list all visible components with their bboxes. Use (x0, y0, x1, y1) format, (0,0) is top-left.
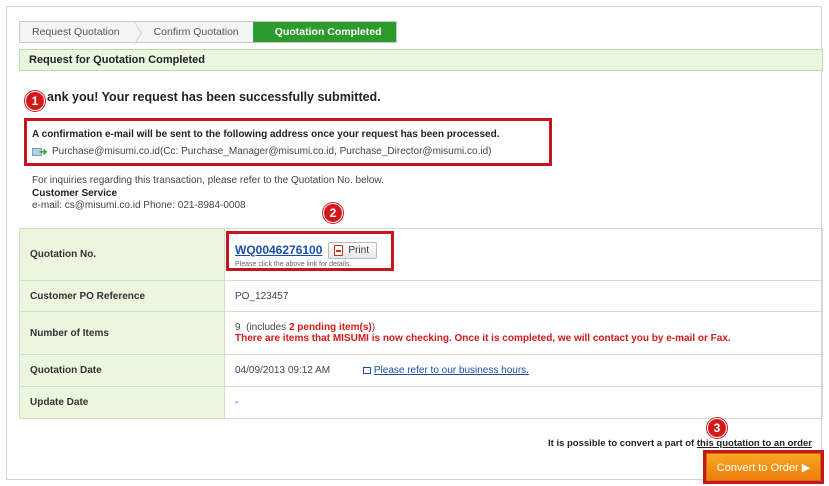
progress-steps: Request Quotation Confirm Quotation Quot… (19, 21, 397, 45)
step-confirm-quotation: Confirm Quotation (134, 22, 253, 42)
success-message: ank you! Your request has been successfu… (47, 90, 381, 104)
external-window-icon (362, 367, 371, 374)
table-row: Customer PO Reference PO_123457 (19, 280, 823, 312)
business-hours-text: Please refer to our business hours. (373, 365, 529, 376)
page-title: Request for Quotation Completed (19, 49, 823, 71)
po-reference-value: PO_123457 (224, 280, 823, 312)
business-hours-link[interactable]: Please refer to our business hours. (362, 365, 529, 376)
items-close: ) (371, 322, 376, 333)
items-warning: There are items that MISUMI is now check… (235, 333, 731, 344)
table-row: Update Date - (19, 386, 823, 419)
step-label: Confirm Quotation (153, 26, 239, 38)
table-row: Number of Items 9 (includes 2 pending it… (19, 311, 823, 355)
quotation-no-label: Quotation No. (19, 228, 225, 281)
number-of-items-cell: 9 (includes 2 pending item(s)) There are… (224, 311, 823, 355)
items-count: 9 (235, 322, 241, 333)
quotation-date-cell: 04/09/2013 09:12 AM Please refer to our … (224, 354, 823, 387)
pending-items: 2 pending item(s) (288, 322, 372, 333)
highlight-box-confirmation (24, 118, 552, 166)
update-date-label: Update Date (19, 386, 225, 419)
number-of-items-label: Number of Items (19, 311, 225, 355)
po-reference-label: Customer PO Reference (19, 280, 225, 312)
convert-note-text: It is possible to convert a part of (548, 438, 697, 449)
table-row: Quotation Date 04/09/2013 09:12 AM Pleas… (19, 354, 823, 387)
annotation-badge-2: 2 (323, 203, 343, 223)
convert-note: It is possible to convert a part of this… (548, 438, 812, 449)
highlight-box-convert (703, 450, 824, 484)
table-row: Quotation No. WQ0046276100 Print Please … (19, 228, 823, 281)
step-quotation-completed: Quotation Completed (252, 22, 396, 42)
step-label: Request Quotation (32, 26, 120, 38)
customer-service-title: Customer Service (32, 187, 118, 199)
quotation-date-label: Quotation Date (19, 354, 225, 387)
annotation-badge-3: 3 (707, 418, 727, 438)
convert-note-link[interactable]: this quotation to an order (697, 438, 812, 449)
step-request-quotation: Request Quotation (20, 21, 142, 45)
annotation-badge-1: 1 (25, 91, 45, 111)
quotation-details-table: Quotation No. WQ0046276100 Print Please … (19, 228, 823, 419)
update-date-value: - (224, 386, 823, 419)
step-label: Quotation Completed (274, 26, 382, 38)
items-includes: (includes (246, 322, 289, 333)
inquiry-intro: For inquiries regarding this transaction… (32, 175, 384, 186)
highlight-box-quotation-no (226, 231, 394, 271)
quotation-date-value: 04/09/2013 09:12 AM (235, 365, 331, 376)
